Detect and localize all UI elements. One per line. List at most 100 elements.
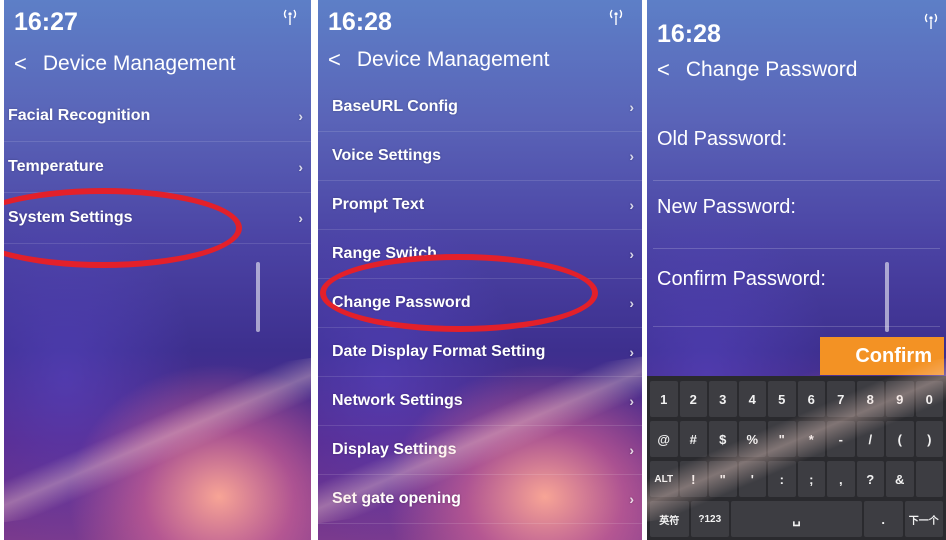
on-screen-keyboard: 1 2 3 4 5 6 7 8 9 0 @ # $ % " * - / ( ) …	[647, 376, 946, 540]
alt-key[interactable]: ALT	[650, 461, 678, 497]
menu-item-range-switch[interactable]: Range Switch ›	[318, 230, 642, 279]
chevron-right-icon: ›	[629, 148, 634, 164]
status-time: 16:28	[657, 20, 721, 48]
menu-item-label: Display Settings	[332, 441, 457, 458]
settings-menu: BaseURL Config › Voice Settings › Prompt…	[318, 83, 642, 524]
chevron-right-icon: ›	[298, 108, 303, 124]
menu-item-label: BaseURL Config	[332, 98, 458, 115]
menu-item-label: Set gate opening	[332, 490, 461, 507]
menu-item-label: Change Password	[332, 294, 471, 311]
key[interactable]: 5	[768, 381, 796, 417]
wireless-signal-icon	[609, 9, 623, 25]
key[interactable]: #	[679, 421, 707, 457]
chevron-left-icon[interactable]: <	[657, 59, 670, 81]
key[interactable]: 8	[856, 381, 884, 417]
key[interactable]: 4	[738, 381, 766, 417]
menu-item-prompt-text[interactable]: Prompt Text ›	[318, 181, 642, 230]
key[interactable]: $	[709, 421, 737, 457]
menu-item-voice-settings[interactable]: Voice Settings ›	[318, 132, 642, 181]
chevron-right-icon: ›	[298, 159, 303, 175]
menu-item-label: Range Switch	[332, 245, 437, 262]
mode-switch-key[interactable]: ?123	[690, 501, 730, 537]
menu-item-label: Date Display Format Setting	[332, 343, 546, 360]
new-password-label[interactable]: New Password:	[657, 196, 796, 219]
page-header: < Change Password	[657, 58, 857, 82]
menu-item-network-settings[interactable]: Network Settings ›	[318, 377, 642, 426]
backspace-key[interactable]	[915, 461, 943, 497]
key[interactable]: 2	[679, 381, 707, 417]
chevron-right-icon: ›	[629, 491, 634, 507]
chevron-right-icon: ›	[629, 442, 634, 458]
key[interactable]: :	[768, 461, 796, 497]
chevron-right-icon: ›	[629, 197, 634, 213]
key[interactable]: 0	[915, 381, 943, 417]
page-title: Device Management	[356, 48, 550, 71]
screen-change-password: 16:28 < Change Password Old Password: Ne…	[647, 0, 946, 540]
chevron-right-icon: ›	[629, 246, 634, 262]
key[interactable]: (	[886, 421, 914, 457]
menu-item-label: Prompt Text	[332, 196, 425, 213]
key[interactable]: 6	[797, 381, 825, 417]
key[interactable]: )	[915, 421, 943, 457]
menu-item-set-gate-opening[interactable]: Set gate opening ›	[318, 475, 642, 524]
key[interactable]: 7	[827, 381, 855, 417]
menu-item-label: Temperature	[8, 158, 104, 175]
key[interactable]: &	[886, 461, 914, 497]
key[interactable]: !	[679, 461, 707, 497]
key[interactable]: *	[797, 421, 825, 457]
keyboard-row-symbols: @ # $ % " * - / ( )	[649, 419, 944, 459]
key[interactable]: 3	[709, 381, 737, 417]
key[interactable]: /	[856, 421, 884, 457]
menu-item-temperature[interactable]: Temperature ›	[4, 142, 311, 193]
keyboard-row-punctuation: ALT ! " ' : ; , ? &	[649, 459, 944, 499]
scroll-indicator	[885, 262, 889, 332]
menu-item-label: Voice Settings	[332, 147, 442, 164]
chevron-left-icon[interactable]: <	[14, 53, 27, 75]
key[interactable]: '	[738, 461, 766, 497]
key[interactable]: .	[863, 501, 903, 537]
key[interactable]: "	[768, 421, 796, 457]
key[interactable]: 9	[886, 381, 914, 417]
menu-item-change-password[interactable]: Change Password ›	[318, 279, 642, 328]
chevron-right-icon: ›	[629, 99, 634, 115]
keyboard-row-bottom: 英符 ?123 ␣ . 下一个	[649, 499, 944, 539]
confirm-password-label[interactable]: Confirm Password:	[657, 268, 826, 291]
page-title: Device Management	[42, 52, 236, 75]
key[interactable]: "	[709, 461, 737, 497]
status-time: 16:28	[328, 8, 392, 36]
menu-item-baseurl-config[interactable]: BaseURL Config ›	[318, 83, 642, 132]
screen-device-management-1: 16:27 < Device Management Facial Recogni…	[4, 0, 311, 540]
menu-item-display-settings[interactable]: Display Settings ›	[318, 426, 642, 475]
wireless-signal-icon	[283, 9, 297, 25]
key[interactable]: ;	[797, 461, 825, 497]
old-password-label[interactable]: Old Password:	[657, 128, 787, 151]
page-header: < Device Management	[14, 52, 235, 76]
chevron-right-icon: ›	[629, 393, 634, 409]
chevron-right-icon: ›	[629, 344, 634, 360]
key[interactable]: -	[827, 421, 855, 457]
key[interactable]: @	[650, 421, 678, 457]
key[interactable]: %	[738, 421, 766, 457]
divider	[653, 248, 940, 249]
wireless-signal-icon	[924, 13, 938, 29]
page-header: < Device Management	[328, 48, 549, 72]
key[interactable]: 1	[650, 381, 678, 417]
space-key[interactable]: ␣	[731, 501, 862, 537]
key[interactable]: ,	[827, 461, 855, 497]
divider	[653, 180, 940, 181]
menu-item-label: System Settings	[8, 209, 133, 226]
menu-item-label: Facial Recognition	[8, 107, 151, 124]
chevron-left-icon[interactable]: <	[328, 49, 341, 71]
menu-item-label: Network Settings	[332, 392, 463, 409]
confirm-button[interactable]: Confirm	[820, 337, 944, 375]
keyboard-row-numbers: 1 2 3 4 5 6 7 8 9 0	[649, 379, 944, 419]
key[interactable]: ?	[856, 461, 884, 497]
language-switch-key[interactable]: 英符	[650, 501, 689, 537]
menu-item-date-display-format[interactable]: Date Display Format Setting ›	[318, 328, 642, 377]
page-title: Change Password	[685, 58, 858, 81]
scroll-indicator	[256, 262, 260, 332]
menu-item-system-settings[interactable]: System Settings ›	[4, 193, 311, 244]
next-key[interactable]: 下一个	[904, 501, 944, 537]
screen-device-management-2: 16:28 < Device Management BaseURL Config…	[318, 0, 642, 540]
menu-item-facial-recognition[interactable]: Facial Recognition ›	[4, 91, 311, 142]
